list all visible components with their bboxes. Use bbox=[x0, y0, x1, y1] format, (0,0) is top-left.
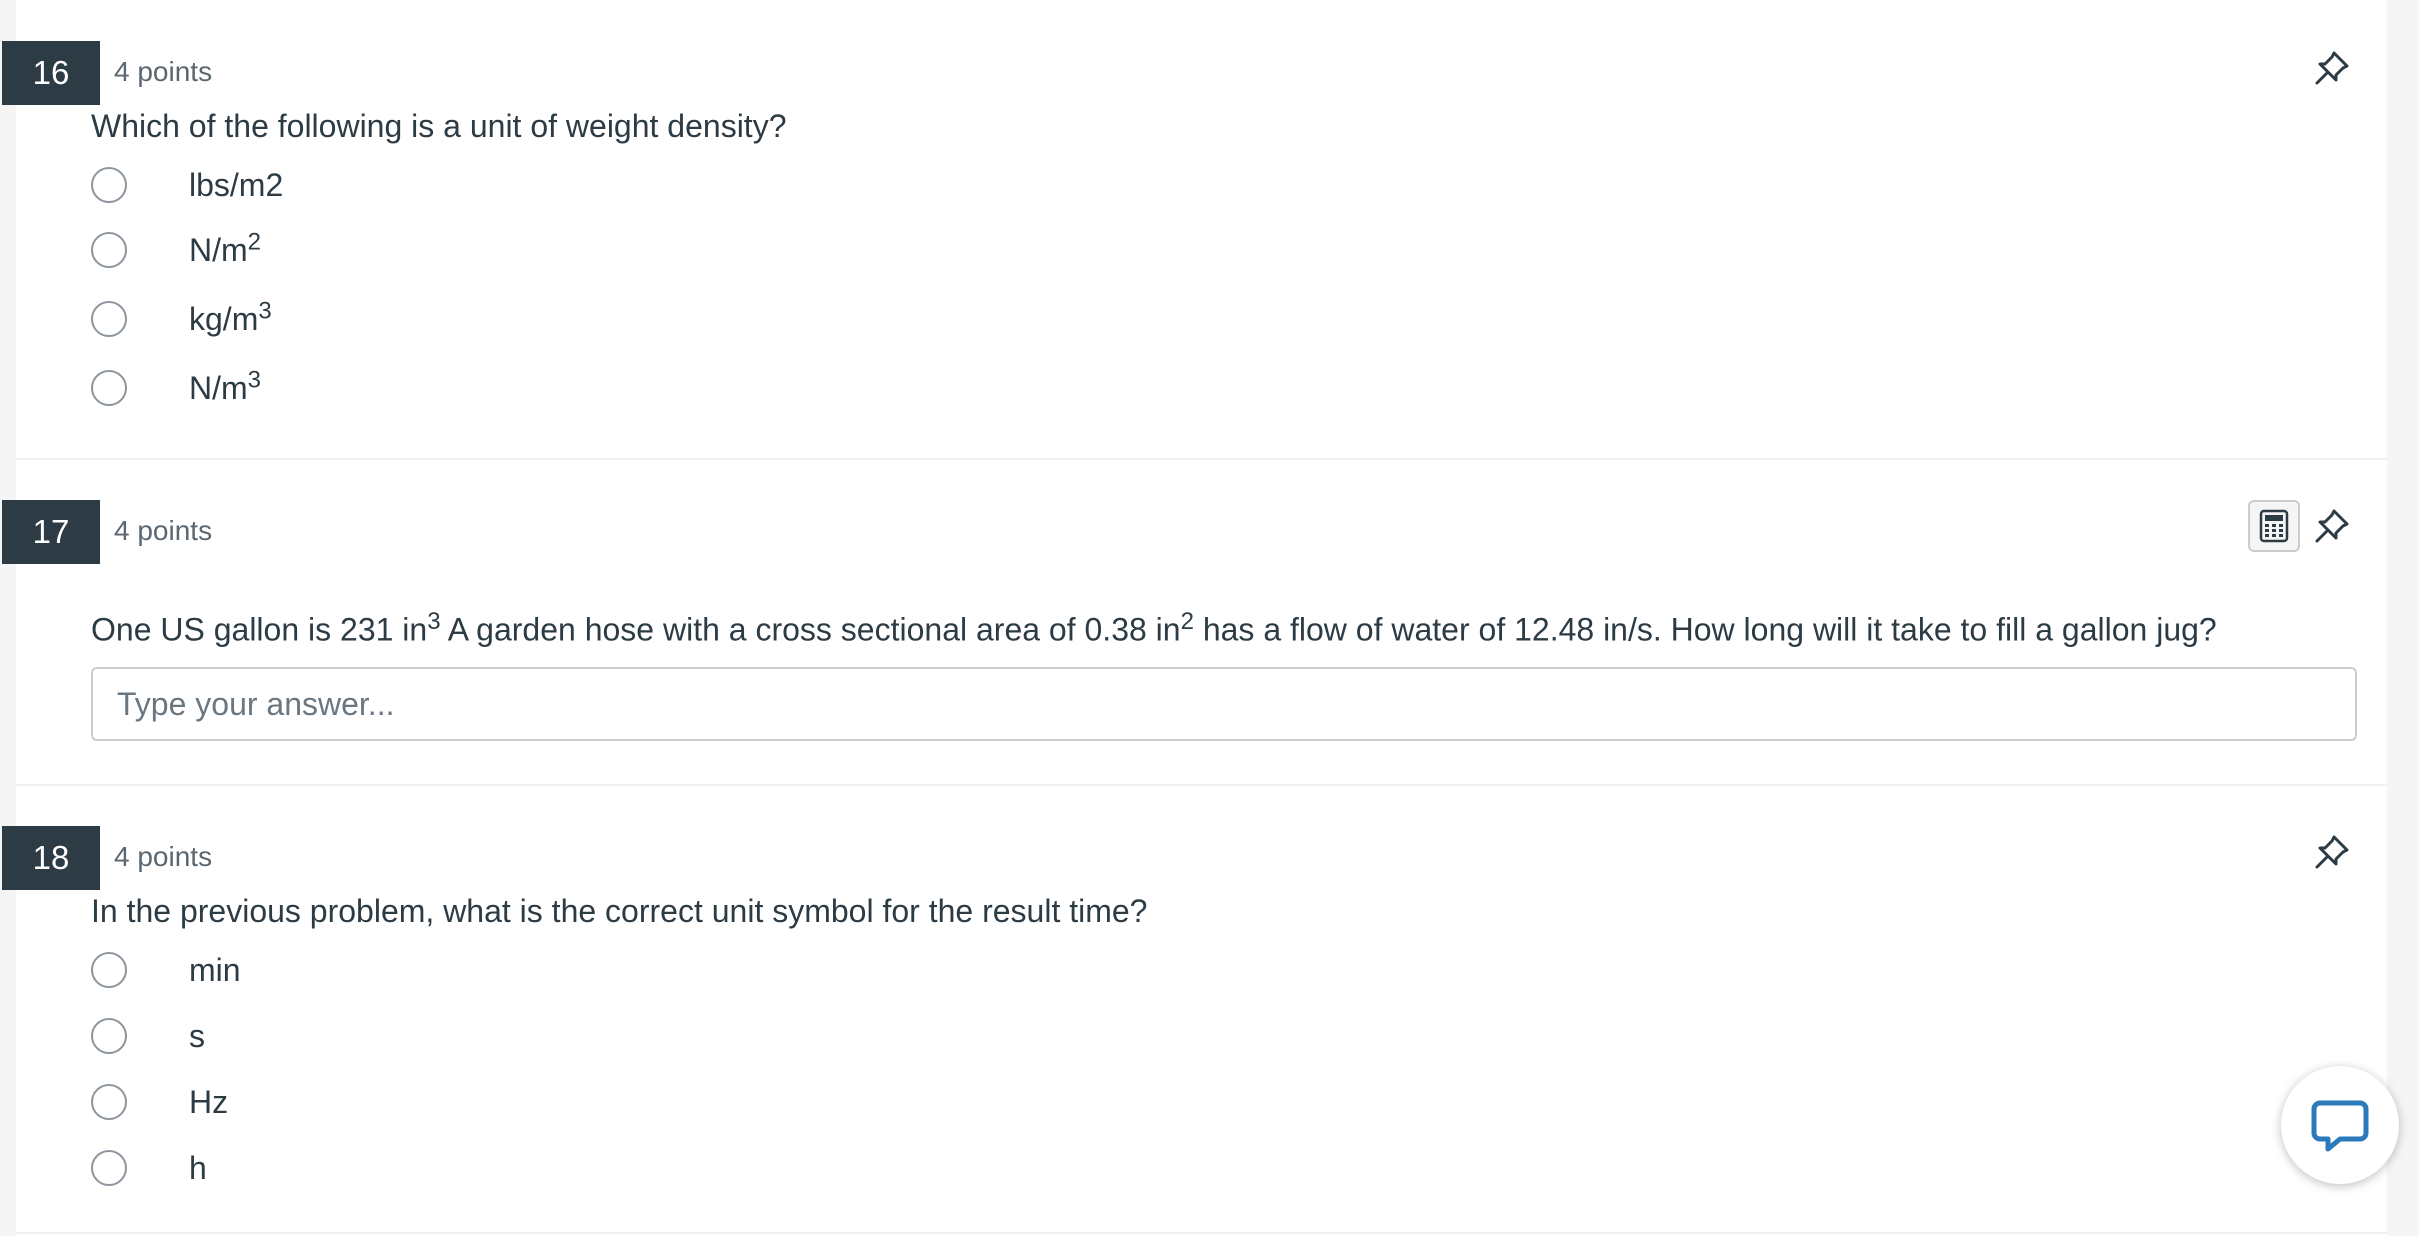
option-label: min bbox=[189, 951, 241, 988]
option-label: Hz bbox=[189, 1083, 229, 1120]
answer-option[interactable]: Hz bbox=[91, 1080, 228, 1124]
radio-button[interactable] bbox=[91, 232, 127, 268]
question-17: 17 4 points One US gallon is 231 in3 A g… bbox=[2, 460, 2387, 786]
question-text: Which of the following is a unit of weig… bbox=[91, 108, 787, 144]
radio-button[interactable] bbox=[91, 167, 127, 203]
question-number: 17 bbox=[2, 500, 100, 564]
answer-option[interactable]: s bbox=[91, 1014, 205, 1058]
answer-option[interactable]: min bbox=[91, 948, 241, 992]
chat-button[interactable] bbox=[2281, 1066, 2399, 1184]
radio-button[interactable] bbox=[91, 301, 127, 337]
question-points: 4 points bbox=[114, 515, 213, 546]
calculator-button[interactable] bbox=[2248, 500, 2300, 552]
question-points: 4 points bbox=[114, 56, 213, 87]
radio-button[interactable] bbox=[91, 1150, 127, 1186]
answer-option[interactable]: N/m2 bbox=[91, 228, 261, 272]
pin-icon[interactable] bbox=[2312, 506, 2352, 546]
option-label: s bbox=[189, 1017, 205, 1054]
radio-button[interactable] bbox=[91, 1018, 127, 1054]
question-number: 16 bbox=[2, 41, 100, 105]
answer-option[interactable]: N/m3 bbox=[91, 366, 261, 410]
pin-icon[interactable] bbox=[2312, 48, 2352, 88]
answer-option[interactable]: h bbox=[91, 1146, 207, 1190]
quiz-page: 16 4 points Which of the following is a … bbox=[2, 0, 2387, 1236]
radio-button[interactable] bbox=[91, 1084, 127, 1120]
option-label: kg/m3 bbox=[189, 296, 272, 337]
chat-icon bbox=[2311, 1100, 2369, 1152]
answer-input[interactable] bbox=[91, 667, 2357, 741]
question-points: 4 points bbox=[114, 841, 213, 872]
radio-button[interactable] bbox=[91, 952, 127, 988]
option-label: h bbox=[189, 1149, 207, 1186]
question-text: In the previous problem, what is the cor… bbox=[91, 893, 1148, 929]
question-number: 18 bbox=[2, 826, 100, 890]
option-label: N/m2 bbox=[189, 227, 262, 268]
question-text: One US gallon is 231 in3 A garden hose w… bbox=[91, 608, 2217, 648]
option-label: lbs/m2 bbox=[189, 166, 284, 203]
pin-icon[interactable] bbox=[2312, 832, 2352, 872]
calculator-icon bbox=[2259, 509, 2289, 543]
option-label: N/m3 bbox=[189, 365, 262, 406]
question-18: 18 4 points In the previous problem, wha… bbox=[2, 786, 2387, 1234]
question-16: 16 4 points Which of the following is a … bbox=[2, 0, 2387, 460]
radio-button[interactable] bbox=[91, 370, 127, 406]
answer-option[interactable]: kg/m3 bbox=[91, 297, 272, 341]
answer-option[interactable]: lbs/m2 bbox=[91, 163, 283, 207]
